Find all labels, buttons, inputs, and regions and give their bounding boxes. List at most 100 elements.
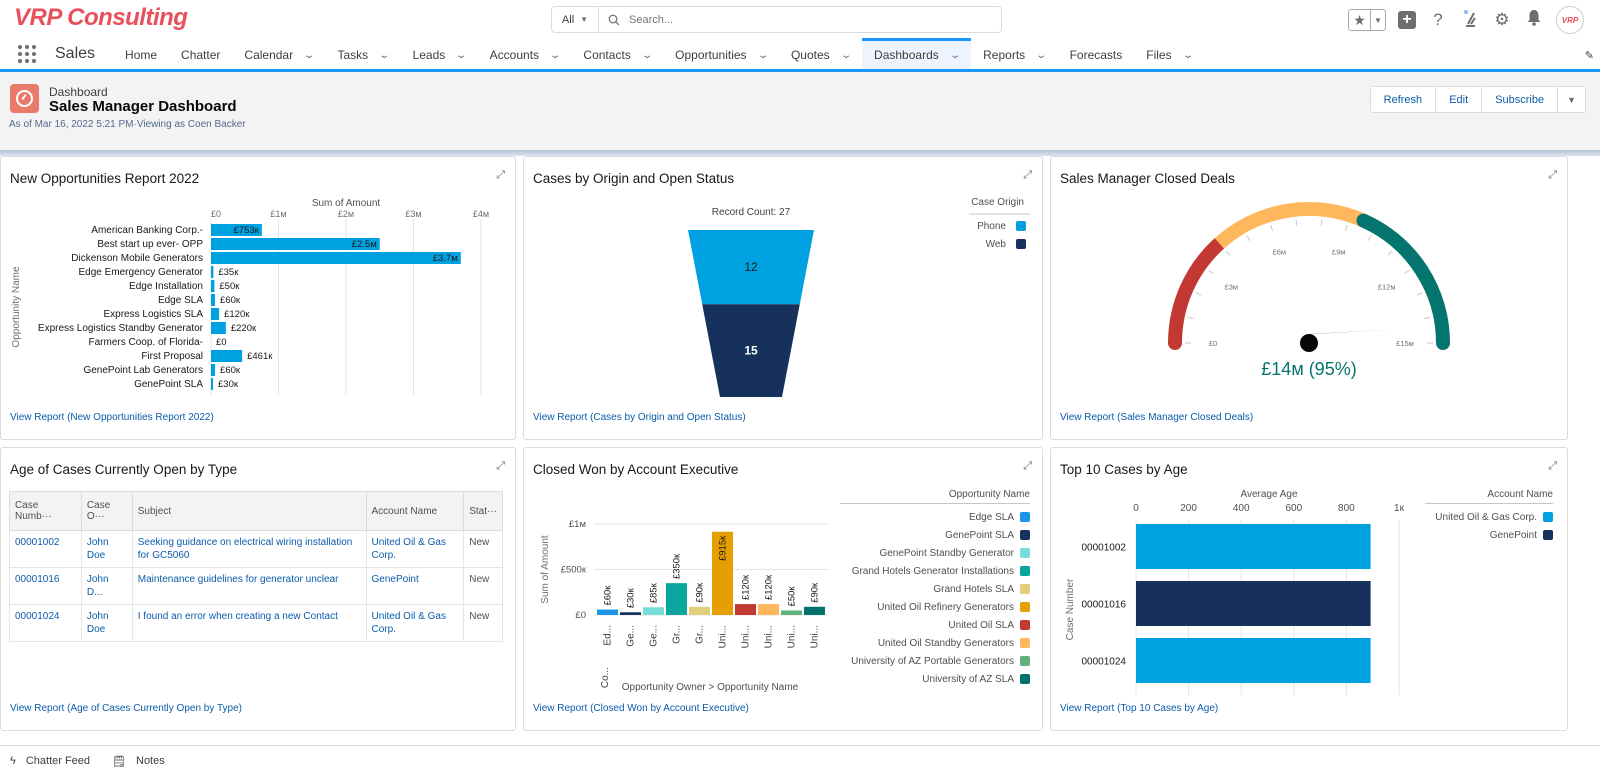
nav-tab-contacts[interactable]: Contacts ⌄ <box>571 38 663 69</box>
expand-icon[interactable]: ⤢ <box>496 460 505 473</box>
search-input[interactable] <box>629 7 1001 32</box>
app-launcher-icon[interactable] <box>18 44 38 64</box>
view-report-link[interactable]: View Report (Closed Won by Account Execu… <box>533 703 749 714</box>
expand-icon[interactable]: ⤢ <box>1548 460 1557 473</box>
legend-item[interactable]: Grand Hotels Generator Installations <box>840 562 1030 580</box>
gauge-tick <box>1404 269 1410 275</box>
bar-value-label: £30к <box>626 587 637 608</box>
refresh-button[interactable]: Refresh <box>1370 87 1437 112</box>
view-report-link[interactable]: View Report (New Opportunities Report 20… <box>10 412 214 423</box>
chevron-down-icon[interactable]: ⌄ <box>379 50 391 61</box>
case-number-link[interactable]: 00001016 <box>9 567 82 605</box>
account-name-link[interactable]: United Oil & Gas Corp. <box>365 604 465 642</box>
x-axis-title: Average Age <box>1240 489 1298 500</box>
utility-notes[interactable]: 🗒 Notes <box>112 755 165 768</box>
case-number-link[interactable]: 00001002 <box>9 530 82 568</box>
user-avatar[interactable]: VRP <box>1556 6 1584 34</box>
x-tick-label: £4м <box>473 209 489 219</box>
column-header-account-name[interactable]: Account Name <box>365 491 465 531</box>
app-navigation: Sales Home Chatter Calendar ⌄ Tasks ⌄ Leads ⌄ Ac… <box>0 38 1600 72</box>
nav-tab-leads[interactable]: Leads ⌄ <box>401 38 478 69</box>
nav-tab-dashboards[interactable]: Dashboards ⌄ <box>862 38 972 69</box>
subject-link[interactable]: I found an error when creating a new Con… <box>131 604 367 642</box>
subject-link[interactable]: Maintenance guidelines for generator unc… <box>131 567 367 605</box>
legend-item[interactable]: Edge SLA <box>840 508 1030 526</box>
help-icon[interactable]: ? <box>1428 10 1448 30</box>
expand-icon[interactable]: ⤢ <box>1023 169 1032 182</box>
case-owner-link[interactable]: John Doe <box>80 604 133 642</box>
nav-tab-tasks[interactable]: Tasks ⌄ <box>326 38 401 69</box>
y-category-label: Edge SLA <box>158 295 203 306</box>
account-name-link[interactable]: United Oil & Gas Corp. <box>365 530 465 568</box>
legend-item[interactable]: University of AZ Portable Generators <box>840 652 1030 670</box>
legend-item[interactable]: United Oil SLA <box>840 616 1030 634</box>
view-report-link[interactable]: View Report (Sales Manager Closed Deals) <box>1060 412 1253 423</box>
chevron-down-icon[interactable]: ⌄ <box>641 50 653 61</box>
nav-tab-opportunities[interactable]: Opportunities ⌄ <box>663 38 779 69</box>
legend-item[interactable]: GenePoint SLA <box>840 526 1030 544</box>
legend-item[interactable]: GenePoint Standby Generator <box>840 544 1030 562</box>
search-scope-dropdown[interactable]: All ▼ <box>552 7 599 32</box>
bar <box>804 606 825 615</box>
chevron-down-icon[interactable]: ⌄ <box>303 50 315 61</box>
column-header-case-owner[interactable]: Case O··· <box>80 491 133 531</box>
legend-swatch <box>1020 656 1030 666</box>
expand-icon[interactable]: ⤢ <box>1548 169 1557 182</box>
nav-tab-chatter[interactable]: Chatter <box>169 38 232 69</box>
legend-item[interactable]: University of AZ SLA <box>840 670 1030 688</box>
nav-tab-forecasts[interactable]: Forecasts <box>1058 38 1135 69</box>
favorites-list-dropdown-icon[interactable]: ▼ <box>1371 10 1385 30</box>
bar-value-label: £35к <box>218 267 239 278</box>
column-header-case-number[interactable]: Case Numb··· <box>9 491 82 531</box>
view-report-link[interactable]: View Report (Top 10 Cases by Age) <box>1060 703 1218 714</box>
chevron-down-icon[interactable]: ⌄ <box>549 50 561 61</box>
nav-tab-reports[interactable]: Reports ⌄ <box>971 38 1057 69</box>
column-header-status[interactable]: Stat··· <box>463 491 503 531</box>
setup-gear-icon[interactable]: ⚙ <box>1492 10 1512 30</box>
expand-icon[interactable]: ⤢ <box>496 169 505 182</box>
column-header-subject[interactable]: Subject <box>131 491 367 531</box>
chevron-down-icon[interactable]: ⌄ <box>1035 50 1047 61</box>
account-name-link[interactable]: GenePoint <box>365 567 465 605</box>
global-header: VRP Consulting All ▼ ★ ▼ + ? ⚙ VRP <box>0 0 1600 38</box>
more-actions-dropdown-icon[interactable]: ▼ <box>1558 87 1585 112</box>
subject-link[interactable]: Seeking guidance on electrical wiring in… <box>131 530 367 568</box>
nav-tab-calendar[interactable]: Calendar ⌄ <box>232 38 325 69</box>
chevron-down-icon[interactable]: ⌄ <box>1182 50 1194 61</box>
legend-item[interactable]: United Oil Refinery Generators <box>840 598 1030 616</box>
nav-tab-quotes[interactable]: Quotes ⌄ <box>779 38 862 69</box>
brand-logo[interactable]: VRP Consulting <box>14 4 188 32</box>
bar-value-label: £120к <box>764 574 775 600</box>
y-tick-label: £0 <box>575 610 586 621</box>
case-owner-link[interactable]: John D... <box>80 567 133 605</box>
legend-item[interactable]: Grand Hotels SLA <box>840 580 1030 598</box>
legend-item[interactable]: GenePoint <box>1425 526 1553 544</box>
case-number-link[interactable]: 00001024 <box>9 604 82 642</box>
edit-nav-pencil-icon[interactable]: ✎ <box>1585 49 1594 62</box>
chevron-down-icon[interactable]: ⌄ <box>949 50 961 61</box>
legend-item[interactable]: United Oil & Gas Corp. <box>1425 508 1553 526</box>
view-report-link[interactable]: View Report (Cases by Origin and Open St… <box>533 412 746 423</box>
nav-tab-label: Calendar <box>244 48 294 62</box>
nav-tab-files[interactable]: Files ⌄ <box>1134 38 1204 69</box>
utility-chatter-feed[interactable]: ϟ Chatter Feed <box>10 755 90 767</box>
notifications-bell-icon[interactable] <box>1524 9 1544 31</box>
chevron-down-icon[interactable]: ⌄ <box>840 50 852 61</box>
subscribe-button[interactable]: Subscribe <box>1482 87 1559 112</box>
favorites-star-icon[interactable]: ★ <box>1349 10 1371 30</box>
chevron-down-icon[interactable]: ⌄ <box>456 50 468 61</box>
edit-button[interactable]: Edit <box>1436 87 1483 112</box>
expand-icon[interactable]: ⤢ <box>1023 460 1032 473</box>
nav-tab-accounts[interactable]: Accounts ⌄ <box>478 38 572 69</box>
global-add-icon[interactable]: + <box>1398 11 1416 29</box>
nav-tab-home[interactable]: Home <box>113 38 169 69</box>
page-title: Sales Manager Dashboard <box>49 98 237 115</box>
case-owner-link[interactable]: John Doe <box>80 530 133 568</box>
view-report-link[interactable]: View Report (Age of Cases Currently Open… <box>10 703 242 714</box>
table-row: 00001024 John Doe I found an error when … <box>9 604 503 642</box>
chevron-down-icon[interactable]: ⌄ <box>757 50 769 61</box>
legend-item-label: Edge SLA <box>968 511 1014 523</box>
trailhead-icon[interactable] <box>1460 9 1480 32</box>
legend-item[interactable]: United Oil Standby Generators <box>840 634 1030 652</box>
x-tick-label: 400 <box>1233 503 1250 514</box>
